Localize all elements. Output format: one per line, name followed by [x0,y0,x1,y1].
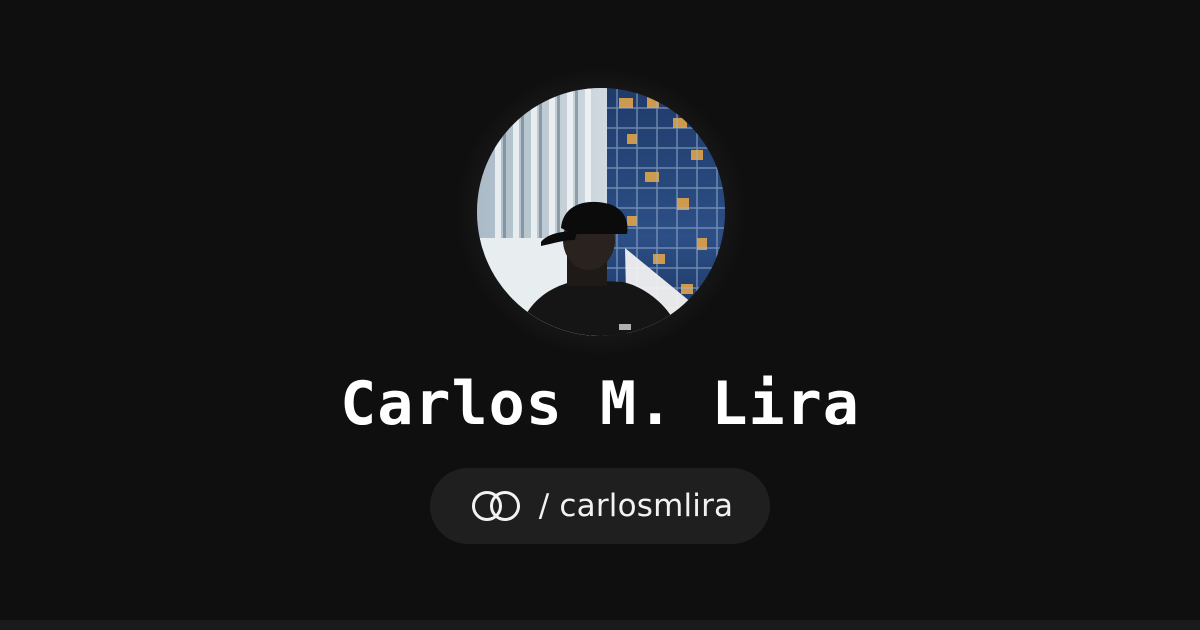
avatar-photo [477,88,725,336]
interlocked-rings-icon [471,491,520,521]
handle-text: carlosmlira [559,488,734,524]
bottom-border [0,620,1200,630]
handle-separator: / [538,488,550,524]
og-card: Carlos M. Lira / carlosmlira [0,0,1200,620]
avatar [477,88,725,336]
profile-name: Carlos M. Lira [340,369,860,439]
profile-handle-link[interactable]: / carlosmlira [430,468,770,544]
